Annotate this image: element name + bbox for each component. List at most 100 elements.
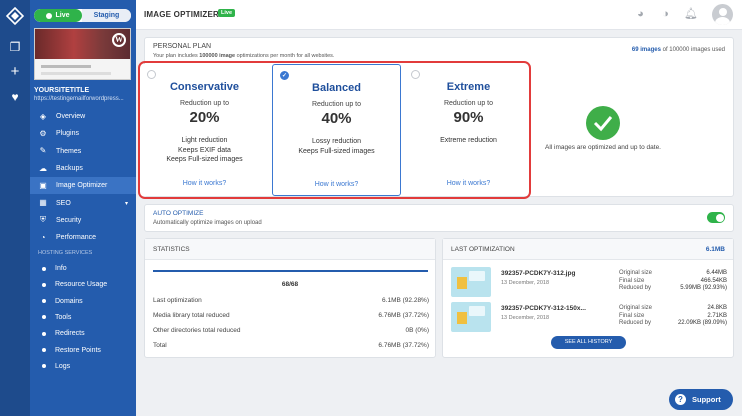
bullet-icon	[42, 348, 46, 352]
sidebar-item-resource-usage[interactable]: Resource Usage	[30, 277, 136, 293]
live-dot-icon	[46, 12, 53, 19]
thumbnail-line	[41, 65, 91, 68]
stat-value: 6.76MB (37.72%)	[378, 342, 429, 349]
sidebar-item-plugins[interactable]: ⚙ Plugins	[30, 125, 136, 142]
site-url[interactable]: https://testingemailforwordpress...	[34, 96, 124, 102]
size-label: Final size	[619, 277, 645, 284]
last-optimization-heading: LAST OPTIMIZATION	[451, 246, 515, 253]
original-size: 6.44MB	[706, 270, 727, 276]
file-date: 13 December, 2018	[501, 280, 550, 286]
reduced-by: 22.09KB (89.09%)	[677, 320, 727, 326]
image-thumbnail	[451, 267, 491, 297]
auto-optimize-toggle[interactable]	[707, 212, 725, 223]
live-badge: Live	[218, 9, 236, 17]
file-date: 13 December, 2018	[501, 315, 550, 321]
stat-row: Last optimization 6.1MB (92.28%)	[153, 297, 429, 304]
size-values: 24.8KB 2.71KB 22.09KB (89.09%)	[678, 305, 727, 328]
stat-label: Media library total reduced	[153, 312, 230, 319]
sidebar-item-domains[interactable]: Domains	[30, 293, 136, 309]
sidebar-item-overview[interactable]: ◈ Overview	[30, 108, 136, 125]
layers-icon: ◈	[39, 111, 47, 121]
heart-icon[interactable]: ♥	[8, 90, 22, 104]
size-values: 6.44MB 466.54KB 5.99MB (92.93%)	[680, 270, 727, 293]
chevron-down-icon: ▾	[124, 200, 128, 207]
live-toggle-option[interactable]: Live	[34, 9, 82, 22]
bell-icon[interactable]: 🔔︎	[684, 8, 698, 21]
chart-icon: ▦	[39, 198, 47, 208]
icon-rail: ❐ + ♥	[0, 0, 30, 416]
progress-bar	[153, 270, 428, 272]
progress-count: 68/68	[281, 281, 299, 288]
support-button[interactable]: ? Support	[669, 389, 733, 410]
last-optimization-header: LAST OPTIMIZATION 6.1MB	[443, 239, 733, 260]
logo-icon[interactable]	[6, 7, 24, 25]
optimized-image-item[interactable]: 392357-PCDK7Y-312.jpg 13 December, 2018 …	[451, 267, 727, 297]
sidebar-item-image-optimizer[interactable]: ▣ Image Optimizer	[30, 177, 136, 195]
final-size: 466.54KB	[700, 277, 727, 284]
statistics-heading: STATISTICS	[153, 246, 190, 253]
avatar[interactable]	[712, 4, 733, 25]
statistics-panel: STATISTICS 68/68 Last optimization 6.1MB …	[144, 238, 436, 358]
sidebar-item-themes[interactable]: ✎ Themes	[30, 143, 136, 160]
highlight-frame	[138, 61, 531, 199]
size-label: Reduced by	[619, 320, 652, 326]
size-labels: Original size Final size Reduced by	[619, 270, 652, 293]
hosting-services-heading: HOSTING SERVICES	[38, 250, 93, 257]
question-icon: ?	[675, 394, 686, 405]
support-label: Support	[692, 395, 721, 404]
stat-label: Total	[153, 342, 167, 349]
see-all-history-button[interactable]: SEE ALL HISTORY	[551, 336, 626, 349]
sidebar-item-seo[interactable]: ▦ SEO ▾	[30, 194, 136, 211]
sidebar-item-backups[interactable]: ☁ Backups	[30, 160, 136, 177]
stat-label: Other directories total reduced	[153, 327, 241, 334]
site-title: YOURSITETITLE	[34, 87, 90, 94]
bullet-icon	[42, 364, 46, 369]
auto-optimize-title: AUTO OPTIMIZE	[153, 210, 204, 217]
optimization-status: All images are optimized and up to date.	[536, 64, 726, 194]
stat-row-total: Total 6.76MB (37.72%)	[153, 342, 429, 349]
stat-label: Last optimization	[153, 297, 202, 304]
sidebar-item-redirects[interactable]: Redirects	[30, 326, 136, 342]
bullet-icon	[42, 331, 46, 336]
wordpress-icon: W	[112, 33, 126, 47]
bullet-icon	[42, 299, 46, 304]
sidebar-item-security[interactable]: ⛨ Security	[30, 212, 136, 229]
thumbnail-line	[41, 72, 111, 75]
sidebar-item-info[interactable]: Info	[30, 260, 136, 276]
reduced-by: 5.99MB (92.93%)	[680, 285, 727, 291]
stat-row: Other directories total reduced 0B (0%)	[153, 327, 429, 334]
speedometer-icon[interactable]: ◑	[659, 8, 672, 21]
page-title: IMAGE OPTIMIZER	[144, 10, 219, 19]
bullet-icon	[42, 282, 46, 287]
speedometer-icon: ◔	[40, 232, 46, 242]
last-optimization-panel: LAST OPTIMIZATION 6.1MB 392357-PCDK7Y-312…	[442, 238, 734, 358]
auto-optimize-panel: AUTO OPTIMIZE Automatically optimize ima…	[144, 204, 734, 232]
windows-icon[interactable]: ❐	[8, 40, 22, 54]
status-message: All images are optimized and up to date.	[545, 144, 661, 151]
size-label: Final size	[619, 312, 645, 319]
sidebar-item-logs[interactable]: Logs	[30, 358, 136, 374]
plus-icon[interactable]: +	[8, 64, 22, 79]
size-label: Original size	[619, 270, 653, 276]
final-size: 2.71KB	[707, 312, 727, 319]
pie-chart-icon[interactable]: ◕	[634, 8, 647, 21]
plan-heading: PERSONAL PLAN	[153, 43, 212, 50]
optimized-image-item[interactable]: 392357-PCDK7Y-312-150x... 13 December, 2…	[451, 302, 727, 332]
bullet-icon	[42, 266, 46, 271]
check-circle-icon	[586, 106, 620, 140]
stat-value: 6.1MB (92.28%)	[382, 297, 429, 304]
bullet-icon	[42, 315, 46, 320]
environment-toggle[interactable]: Live Staging	[34, 9, 131, 22]
sidebar-item-tools[interactable]: Tools	[30, 309, 136, 325]
images-used: 69 images of 100000 images used	[631, 47, 725, 53]
site-thumbnail[interactable]: W	[34, 28, 131, 80]
sidebar-item-restore-points[interactable]: Restore Points	[30, 342, 136, 358]
size-labels: Original size Final size Reduced by	[619, 305, 652, 328]
shield-icon: ⛨	[40, 215, 46, 225]
cloud-icon: ☁	[39, 163, 47, 173]
stat-value: 0B (0%)	[405, 327, 429, 334]
plugin-icon: ⚙	[39, 128, 47, 138]
sidebar-nav: ◈ Overview ⚙ Plugins ✎ Themes ☁ Backups ▣ Ima…	[30, 108, 136, 374]
sidebar-item-performance[interactable]: ◔ Performance	[30, 229, 136, 246]
staging-toggle-option[interactable]: Staging	[82, 9, 131, 22]
